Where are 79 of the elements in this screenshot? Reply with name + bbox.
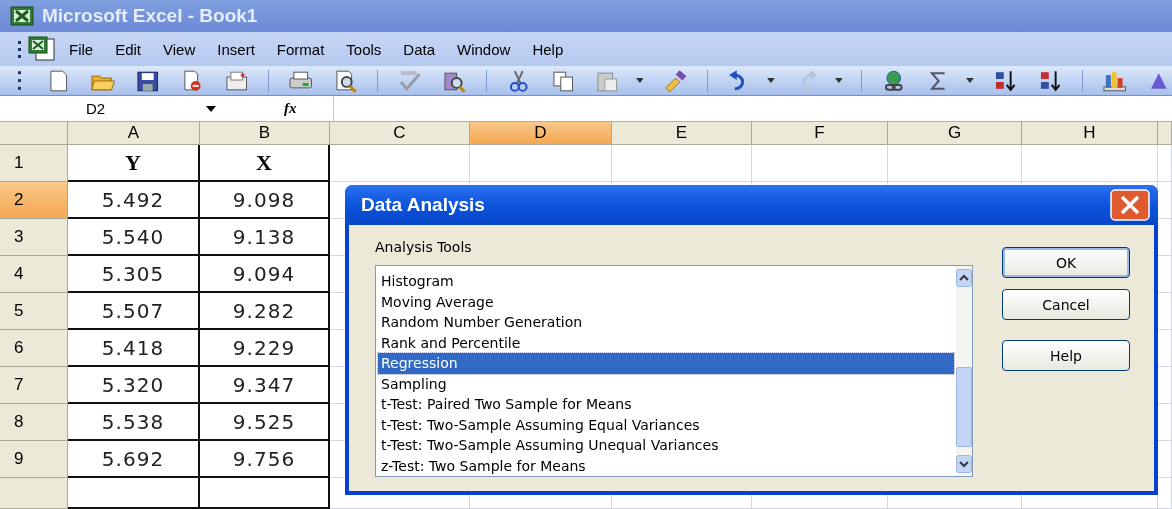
list-item[interactable]: Random Number Generation: [378, 312, 954, 333]
list-item[interactable]: Histogram: [378, 271, 954, 292]
name-box[interactable]: D2: [0, 100, 206, 117]
menu-item[interactable]: Format: [276, 40, 325, 58]
row-header[interactable]: 2: [0, 182, 68, 219]
scroll-down-icon[interactable]: [956, 455, 972, 473]
table-cell: 9.756: [200, 441, 330, 478]
table-cell: 9.098: [200, 182, 330, 219]
caret-icon[interactable]: [834, 78, 843, 83]
window-title: Microsoft Excel - Book1: [42, 5, 258, 27]
dropdown-caret-icon[interactable]: [206, 105, 216, 112]
workbook-icon[interactable]: [27, 36, 57, 62]
menu-item[interactable]: View: [163, 40, 196, 58]
function-label[interactable]: fx: [284, 100, 297, 117]
list-item[interactable]: z-Test: Two Sample for Means: [378, 455, 954, 476]
menu-item[interactable]: Edit: [115, 40, 142, 58]
dialog-button[interactable]: OK: [1002, 247, 1130, 278]
menu-item[interactable]: Window: [457, 40, 511, 58]
close-icon[interactable]: [1110, 189, 1150, 221]
dialog-title: Data Analysis: [361, 194, 485, 216]
row-header[interactable]: 3: [0, 219, 68, 256]
list-item[interactable]: t-Test: Two-Sample Assuming Equal Variances: [378, 414, 954, 435]
format-painter-icon[interactable]: [662, 68, 688, 93]
list-item[interactable]: Sampling: [378, 373, 954, 394]
column-header[interactable]: E: [612, 122, 752, 145]
caret-icon[interactable]: [635, 78, 644, 83]
table-cell: 9.347: [200, 367, 330, 404]
list-box[interactable]: [375, 265, 973, 477]
menu-item[interactable]: Insert: [217, 40, 255, 58]
row-header[interactable]: 4: [0, 256, 68, 293]
list-item[interactable]: t-Test: Paired Two Sample for Means: [378, 394, 954, 415]
table-cell: 5.507: [68, 293, 200, 330]
list-item[interactable]: Regression: [378, 353, 954, 374]
scrollbar[interactable]: [956, 266, 972, 476]
table-cell: [1158, 145, 1172, 182]
list-item[interactable]: Moving Average: [378, 291, 954, 312]
table-cell: 5.492: [68, 182, 200, 219]
column-header[interactable]: A: [68, 122, 200, 145]
table-cell: 9.094: [200, 256, 330, 293]
scroll-thumb[interactable]: [956, 367, 972, 447]
scroll-up-icon[interactable]: [956, 269, 972, 287]
row-header[interactable]: 8: [0, 404, 68, 441]
row-header[interactable]: 6: [0, 330, 68, 367]
table-cell: 5.320: [68, 367, 200, 404]
column-header[interactable]: F: [752, 122, 888, 145]
table-cell: 5.305: [68, 256, 200, 293]
table-cell: 9.138: [200, 219, 330, 256]
menu-item[interactable]: File: [69, 40, 94, 58]
table-cell: 5.692: [68, 441, 200, 478]
table-cell: 5.418: [68, 330, 200, 367]
menu-item[interactable]: Data: [403, 40, 436, 58]
column-header[interactable]: G: [888, 122, 1022, 145]
table-cell: X: [200, 145, 330, 182]
table-cell: Y: [68, 145, 200, 182]
menu-item[interactable]: Help: [532, 40, 564, 58]
dialog-button[interactable]: Cancel: [1002, 289, 1130, 320]
table-cell: 5.538: [68, 404, 200, 441]
table-cell: 5.540: [68, 219, 200, 256]
table-cell: 9.229: [200, 330, 330, 367]
column-header[interactable]: C: [330, 122, 470, 145]
grip-icon: [18, 40, 21, 58]
excel-logo-icon: [10, 6, 34, 26]
row-header[interactable]: 5: [0, 293, 68, 330]
row-header[interactable]: 7: [0, 367, 68, 404]
caret-icon[interactable]: [767, 78, 776, 83]
dialog-button[interactable]: Help: [1002, 340, 1130, 371]
table-cell: 9.282: [200, 293, 330, 330]
column-header[interactable]: H: [1022, 122, 1158, 145]
column-header[interactable]: D: [470, 122, 612, 145]
column-header[interactable]: B: [200, 122, 330, 145]
row-header[interactable]: 9: [0, 441, 68, 478]
grip-icon: [18, 69, 21, 92]
list-item[interactable]: Rank and Percentile: [378, 332, 954, 353]
caret-icon[interactable]: [966, 78, 975, 83]
row-header[interactable]: 1: [0, 145, 68, 182]
list-label: Analysis Tools: [375, 238, 473, 257]
menu-item[interactable]: Tools: [346, 40, 382, 58]
list-item[interactable]: t-Test: Two-Sample Assuming Unequal Variances: [378, 435, 954, 456]
table-cell: 9.525: [200, 404, 330, 441]
